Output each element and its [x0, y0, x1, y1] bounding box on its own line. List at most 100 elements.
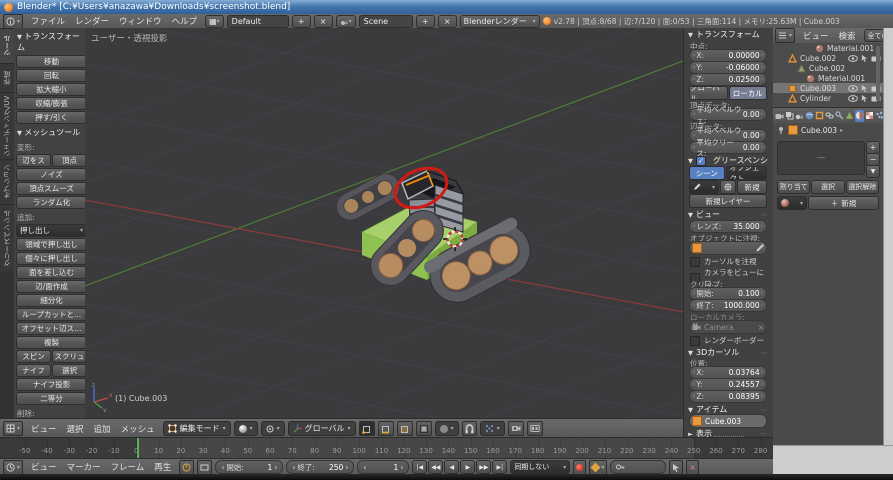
delete-keyframe-button[interactable]: × [686, 460, 699, 475]
properties-tab-material[interactable] [855, 110, 864, 122]
use-preview-range-button[interactable] [197, 460, 212, 475]
pivot-point-select[interactable]: ▾ [261, 421, 285, 436]
browse-material-select[interactable]: ▾ [777, 196, 807, 210]
info-menu-レンダー[interactable]: レンダー [70, 17, 114, 27]
toolshelf-tab-ツール[interactable]: ツール [0, 28, 14, 63]
lock-object-field[interactable] [689, 241, 767, 255]
edge-select-mode-button[interactable] [378, 421, 394, 436]
panel-header-transform[interactable]: ▼トランスフォーム [688, 29, 768, 40]
jump-to-end-button[interactable]: ▶| [492, 460, 507, 474]
tool-button-細分化[interactable]: 細分化 [16, 294, 87, 307]
outliner-row-Cube.002[interactable]: Cube.002 [773, 63, 883, 73]
space-local-button[interactable]: ローカル [729, 86, 768, 100]
viewport-3d[interactable]: ユーザー・透視投影 (1) Cube.003 z x y [85, 28, 683, 418]
median-z-field[interactable]: ‹Z:0.02500› [689, 73, 767, 86]
delete-layout-button[interactable]: × [314, 15, 333, 28]
tool-button-押し出し[interactable]: 押し出し▾ [16, 224, 87, 237]
tool-button-拡大縮小[interactable]: 拡大縮小 [16, 83, 87, 96]
outliner-scrollbar[interactable] [876, 46, 880, 101]
tool-button-個々に押し出し[interactable]: 個々に押し出し [16, 252, 87, 265]
timeline-menu-マーカー[interactable]: マーカー [62, 463, 106, 473]
tool-button-頂点[interactable]: 頂点 [52, 154, 87, 167]
grease-eraser-icon-button[interactable] [720, 180, 736, 194]
tool-button-ノイズ[interactable]: ノイズ [16, 168, 87, 181]
snap-element-select[interactable]: ▾ [480, 421, 505, 436]
timeline-menu-ビュー[interactable]: ビュー [26, 463, 62, 473]
panel-header-transform[interactable]: ▼ トランスフォーム [16, 29, 87, 55]
selectability-icon[interactable] [861, 94, 868, 102]
new-material-button[interactable]: ＋新規 [808, 196, 879, 210]
render-opengl-anim-button[interactable] [527, 421, 543, 436]
tool-button-オフセット辺ス...[interactable]: オフセット辺ス... [16, 322, 87, 335]
clip-end-field[interactable]: ‹終了:1000.000› [689, 299, 767, 312]
outliner-row-Material.001[interactable]: Material.001 [773, 73, 883, 83]
toolshelf-tab-グリースペンシル[interactable]: グリースペンシル [0, 204, 14, 271]
properties-tab-world[interactable] [805, 110, 814, 122]
play-reverse-button[interactable]: ◀ [444, 460, 459, 474]
grease-draw-mode-select[interactable]: ▾ [689, 180, 719, 194]
properties-tab-data[interactable] [845, 110, 854, 122]
active-keying-set-field[interactable] [610, 460, 666, 474]
view3d-menu-ビュー[interactable]: ビュー [26, 425, 62, 435]
tool-button-移動[interactable]: 移動 [16, 55, 87, 68]
visibility-icon[interactable] [848, 55, 858, 62]
material-slot-list[interactable]: — [777, 141, 865, 175]
outliner-menu-ビュー[interactable]: ビュー [798, 32, 834, 42]
playhead-current-frame[interactable] [137, 438, 139, 459]
tool-button-面を差し込む[interactable]: 面を差し込む [16, 266, 87, 279]
auto-keyframe-button[interactable] [573, 460, 586, 475]
grease-pencil-checkbox[interactable]: ✓ [696, 156, 706, 166]
mean-bevel-weight-field[interactable]: ‹平均ベベルウェ:0.00› [689, 108, 767, 121]
material-選択解除-button[interactable]: 選択解除 [846, 180, 879, 194]
snap-toggle-button[interactable] [462, 421, 477, 436]
view3d-menu-追加[interactable]: 追加 [89, 425, 116, 435]
properties-tab-render[interactable] [775, 110, 784, 122]
properties-tab-modifiers[interactable] [835, 110, 844, 122]
tool-button-二等分[interactable]: 二等分 [16, 392, 87, 405]
tool-button-回転[interactable]: 回転 [16, 69, 87, 82]
mean-crease-field[interactable]: ‹平均クリース:0.00› [689, 141, 767, 154]
info-menu-ウィンドウ[interactable]: ウィンドウ [114, 17, 167, 27]
editor-type-icon[interactable]: ▾ [775, 28, 795, 43]
info-menu-ヘルプ[interactable]: ヘルプ [167, 17, 203, 27]
render-border-checkbox[interactable]: レンダーボーダー [690, 335, 768, 346]
tool-button-ループカットと...[interactable]: ループカットと... [16, 308, 87, 321]
face-select-mode-button[interactable] [397, 421, 413, 436]
properties-tab-texture[interactable] [865, 110, 874, 122]
selectability-icon[interactable] [861, 54, 868, 62]
transform-orientation-select[interactable]: グローバル▾ [288, 421, 356, 436]
material-割り当て-button[interactable]: 割り当て [777, 180, 810, 194]
editor-type-icon[interactable]: ▾ [3, 460, 23, 475]
view3d-menu-選択[interactable]: 選択 [62, 425, 89, 435]
screen-layout-field[interactable]: Default [227, 15, 289, 28]
cursor-z-field[interactable]: ‹Z:0.08395› [689, 390, 767, 403]
visibility-icon[interactable] [848, 95, 858, 102]
delete-scene-button[interactable]: × [438, 15, 457, 28]
timeline-menu-再生[interactable]: 再生 [149, 463, 176, 473]
limit-to-visible-button[interactable] [416, 421, 432, 436]
tool-button-ナイフ投影[interactable]: ナイフ投影 [16, 378, 87, 391]
current-frame-field[interactable]: ‹1› [357, 460, 409, 474]
add-layout-button[interactable]: + [292, 15, 311, 28]
render-engine-select[interactable]: Blenderレンダー▾ [460, 15, 540, 28]
editor-type-icon[interactable]: ▾ [3, 14, 23, 29]
toolshelf-tab-作成[interactable]: 作成 [0, 63, 14, 92]
outliner-menu-検索[interactable]: 検索 [834, 32, 861, 42]
new-layer-button[interactable]: 新規レイヤー [689, 194, 767, 208]
tool-button-収縮/膨張[interactable]: 収縮/膨張 [16, 97, 87, 110]
render-opengl-still-button[interactable] [508, 421, 524, 436]
panel-header-meshtools[interactable]: ▼ メッシュツール [16, 125, 87, 140]
tool-button-領域で押し出し[interactable]: 領域で押し出し [16, 238, 87, 251]
toolshelf-tab-シェーディング/UV[interactable]: シェーディング/UV [0, 92, 14, 159]
sync-mode-select[interactable]: 同期しない▾ [510, 460, 570, 474]
previous-keyframe-button[interactable]: ◀◀ [428, 460, 443, 474]
space-global-button[interactable]: グローバル [689, 86, 728, 100]
properties-tab-render-layers[interactable] [785, 110, 794, 122]
properties-tab-object[interactable] [815, 110, 824, 122]
panel-header-view[interactable]: ▼ビュー⋯ [688, 209, 768, 220]
selectability-icon[interactable] [861, 84, 868, 92]
jump-to-start-button[interactable]: |◀ [412, 460, 427, 474]
grease-object-tab[interactable]: オブジェクト [726, 166, 768, 180]
properties-tab-scene[interactable] [795, 110, 804, 122]
tool-button-押す/引く[interactable]: 押す/引く [16, 111, 87, 124]
